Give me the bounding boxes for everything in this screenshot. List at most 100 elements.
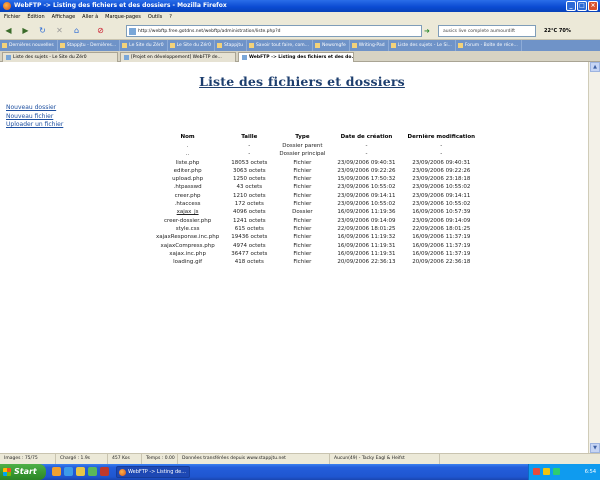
cell-modified: 16/09/2006 10:57:39 xyxy=(412,209,471,216)
status-time: Temps : 0.00 xyxy=(142,454,178,464)
cell-name[interactable]: .htpasswd xyxy=(150,183,225,191)
menu-affichage[interactable]: Affichage xyxy=(52,12,76,22)
maximize-button[interactable]: □ xyxy=(577,1,587,11)
search-input[interactable]: ausics live complete aumourdift xyxy=(438,25,536,37)
go-icon[interactable]: ➜ xyxy=(424,25,434,37)
table-header-row: Nom Taille Type Date de création Dernièr… xyxy=(150,131,481,142)
status-extra: Aucun(49) - Tacky Eagl & Heifst xyxy=(330,454,440,464)
home-icon[interactable]: ⌂ xyxy=(71,25,82,36)
cell-type: Fichier xyxy=(293,167,312,174)
bookmark-item[interactable]: Le Site du Zér0 xyxy=(120,40,168,51)
cell-name[interactable]: xajaxResponse.inc.php xyxy=(150,233,225,241)
menu-aide[interactable]: ? xyxy=(169,12,172,22)
bookmarks-bar: Dernières nouvelles Stappjtu - Dernières… xyxy=(0,40,600,51)
upload-file-link[interactable]: Uploader un fichier xyxy=(6,121,63,130)
bookmark-item[interactable]: Liste des sujets - Le Si... xyxy=(389,40,456,51)
cell-modified: 16/09/2006 11:37:19 xyxy=(412,242,471,249)
cell-name[interactable]: liste.php xyxy=(150,159,225,167)
minimize-button[interactable]: _ xyxy=(566,1,576,11)
site-favicon-icon xyxy=(129,28,136,35)
tab-webftp-listing[interactable]: WebFTP -> Listing des fichiers et des do… xyxy=(238,52,354,62)
cell-name[interactable]: style.css xyxy=(150,225,225,233)
cell-type: Dossier principal xyxy=(279,151,326,158)
cell-type: Fichier xyxy=(293,259,312,266)
tab-projet-webftp[interactable]: [Projet en développement] WebFTP de... xyxy=(120,52,236,62)
cell-type: Fichier xyxy=(293,234,312,241)
bookmark-item[interactable]: Le Site du Zér0 xyxy=(168,40,215,51)
cell-type: Fichier xyxy=(293,242,312,249)
cell-created: 20/09/2006 22:36:13 xyxy=(337,259,396,266)
cell-modified: 23/09/2006 09:40:31 xyxy=(412,159,471,166)
cell-size: 3063 octets xyxy=(232,167,266,174)
cell-name[interactable]: . xyxy=(150,142,225,150)
cell-modified: 23/09/2006 10:55:02 xyxy=(412,201,471,208)
cell-modified: 22/09/2006 18:01:25 xyxy=(412,225,471,232)
bookmark-item[interactable]: Savoir tout faire, com... xyxy=(247,40,313,51)
cell-name[interactable]: creer.php xyxy=(150,192,225,200)
scroll-up-icon[interactable]: ▲ xyxy=(590,62,600,72)
forward-icon[interactable]: ▶ xyxy=(20,25,31,36)
cell-name[interactable]: editer.php xyxy=(150,167,225,175)
bookmark-item[interactable]: Forum - Boîte de réce... xyxy=(456,40,522,51)
menu-edition[interactable]: Édition xyxy=(27,12,44,22)
table-row: xajax.inc.php 36477 octets Fichier 16/09/20… xyxy=(150,250,481,258)
status-images: Images : 75/75 xyxy=(0,454,56,464)
stop-icon[interactable]: ✕ xyxy=(54,25,65,36)
url-bar[interactable]: http://webftp.free.gotdns.net/webftp/adm… xyxy=(126,25,422,37)
tab-liste-sujets[interactable]: Liste des sujets - Le Site du Zér0 xyxy=(2,52,118,62)
cell-name[interactable]: xajaxCompress.php xyxy=(150,242,225,250)
nav-toolbar: ◀ ▶ ↻ ✕ ⌂ ⊘ http://webftp.free.gotdns.ne… xyxy=(0,22,600,40)
header-name: Nom xyxy=(180,133,195,140)
cell-name[interactable]: xajax.inc.php xyxy=(150,250,225,258)
scroll-down-icon[interactable]: ▼ xyxy=(590,443,600,453)
menu-marque-pages[interactable]: Marque-pages xyxy=(105,12,141,22)
new-file-link[interactable]: Nouveau fichier xyxy=(6,113,63,122)
table-row: .htpasswd 43 octets Fichier 23/09/2006 10:5… xyxy=(150,183,481,191)
cell-name[interactable]: .. xyxy=(150,150,225,158)
table-row: .htaccess 172 octets Fichier 23/09/2006 10:… xyxy=(150,200,481,208)
reload-icon[interactable]: ↻ xyxy=(37,25,48,36)
bookmark-item[interactable]: Writing-Pad xyxy=(350,40,389,51)
cell-name[interactable]: creer-dossier.php xyxy=(150,217,225,225)
cell-type: Fichier xyxy=(293,250,312,257)
url-text: http://webftp.free.gotdns.net/webftp/adm… xyxy=(138,29,281,34)
menu-bar: Fichier Édition Affichage Aller à Marque… xyxy=(0,12,600,22)
cell-created: 15/09/2006 17:50:32 xyxy=(337,176,396,183)
cell-name[interactable]: loading.gif xyxy=(150,258,225,266)
menu-aller[interactable]: Aller à xyxy=(82,12,98,22)
tray-antivirus-icon[interactable] xyxy=(533,468,540,475)
bookmark-item[interactable]: Dernières nouvelles xyxy=(0,40,58,51)
cell-name[interactable]: upload.php xyxy=(150,175,225,183)
tray-volume-icon[interactable] xyxy=(553,468,560,475)
table-row: xajaxCompress.php 4974 octets Fichier 16/09… xyxy=(150,242,481,250)
back-icon[interactable]: ◀ xyxy=(3,25,14,36)
ie-quicklaunch-icon[interactable] xyxy=(64,467,73,476)
start-button[interactable]: Start xyxy=(0,464,46,480)
cell-name[interactable]: .htaccess xyxy=(150,200,225,208)
bookmark-item[interactable]: Stappjtu - Dernières... xyxy=(58,40,121,51)
menu-outils[interactable]: Outils xyxy=(148,12,162,22)
weather-widget[interactable]: 22°C 70% xyxy=(540,25,598,37)
bookmark-item[interactable]: Stappjtu xyxy=(215,40,247,51)
media-quicklaunch-icon[interactable] xyxy=(100,467,109,476)
task-label: WebFTP -> Listing de... xyxy=(128,469,187,475)
messenger-quicklaunch-icon[interactable] xyxy=(88,467,97,476)
cell-type: Fichier xyxy=(293,217,312,224)
bookmark-item[interactable]: Newsmgfe xyxy=(313,40,350,51)
cell-size: 1210 octets xyxy=(232,192,266,199)
cell-created: 22/09/2006 18:01:25 xyxy=(337,225,396,232)
start-label: Start xyxy=(14,467,37,476)
taskbar-firefox-task[interactable]: WebFTP -> Listing de... xyxy=(116,466,190,478)
menu-fichier[interactable]: Fichier xyxy=(4,12,20,22)
tray-network-icon[interactable] xyxy=(543,468,550,475)
cell-name[interactable]: xajax_js xyxy=(150,208,225,216)
adblock-icon[interactable]: ⊘ xyxy=(95,25,106,36)
new-folder-link[interactable]: Nouveau dossier xyxy=(6,104,63,113)
vertical-scrollbar[interactable]: ▲ ▼ xyxy=(588,62,600,453)
firefox-quicklaunch-icon[interactable] xyxy=(52,467,61,476)
cell-type: Dossier parent xyxy=(282,143,323,149)
folder-quicklaunch-icon[interactable] xyxy=(76,467,85,476)
close-button[interactable]: × xyxy=(588,1,598,11)
taskbar: Start WebFTP -> Listing de... 6:54 xyxy=(0,464,600,480)
windows-logo-icon xyxy=(3,468,11,476)
